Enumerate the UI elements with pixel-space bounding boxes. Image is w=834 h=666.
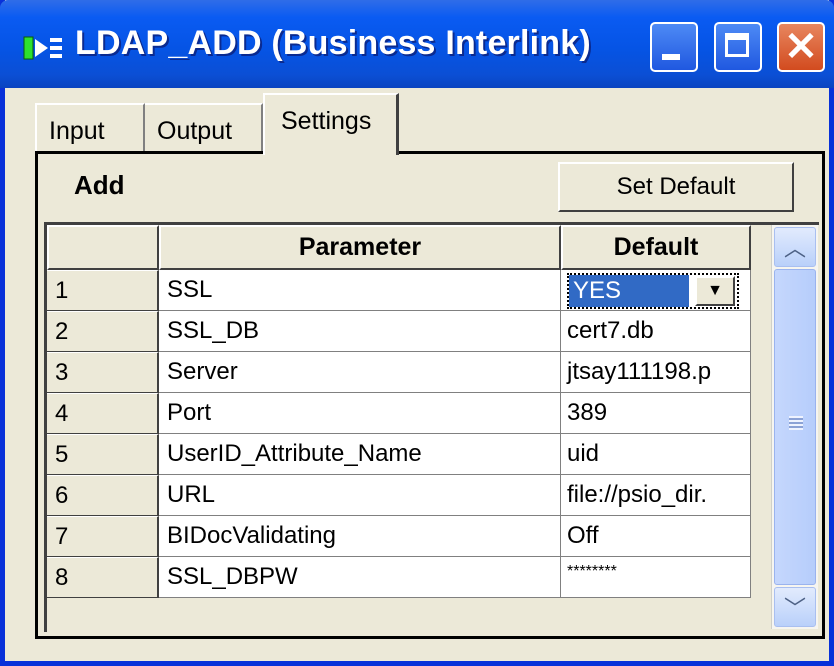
row-number: 2: [47, 311, 159, 352]
default-cell[interactable]: 389: [561, 393, 751, 434]
minimize-button[interactable]: [650, 22, 698, 72]
app-icon: [23, 36, 62, 60]
row-number: 4: [47, 393, 159, 434]
chevron-down-icon: ▼: [707, 282, 723, 299]
column-header-rownum: [47, 225, 159, 270]
chevron-down-icon: ﹀: [783, 596, 806, 621]
default-cell[interactable]: file://psio_dir.: [561, 475, 751, 516]
minimize-icon: [662, 54, 680, 60]
maximize-button[interactable]: [714, 22, 762, 72]
scroll-down-button[interactable]: ﹀: [774, 587, 816, 627]
default-cell[interactable]: ********: [561, 557, 751, 598]
tab-settings[interactable]: Settings: [263, 93, 399, 155]
column-header-default[interactable]: Default: [561, 225, 751, 270]
combo-dropdown-button[interactable]: ▼: [695, 276, 735, 306]
row-number: 8: [47, 557, 159, 598]
combo-selected-value: YES: [569, 275, 689, 307]
close-icon: ✕: [784, 25, 818, 69]
row-number: 1: [47, 270, 159, 311]
window-title: LDAP_ADD (Business Interlink): [75, 24, 591, 62]
parameter-cell[interactable]: Server: [159, 352, 561, 393]
parameter-cell[interactable]: UserID_Attribute_Name: [159, 434, 561, 475]
parameter-cell[interactable]: SSL_DBPW: [159, 557, 561, 598]
row-number: 7: [47, 516, 159, 557]
vertical-scrollbar[interactable]: ︿ ﹀: [771, 225, 818, 629]
default-cell[interactable]: cert7.db: [561, 311, 751, 352]
ssl-default-combo[interactable]: YES ▼: [567, 273, 739, 309]
parameter-grid: Parameter Default 1 SSL YES ▼ 2 SSL_DB c…: [44, 222, 819, 632]
tab-output[interactable]: Output: [145, 103, 263, 153]
parameter-cell[interactable]: Port: [159, 393, 561, 434]
parameter-cell[interactable]: SSL: [159, 270, 561, 311]
row-number: 3: [47, 352, 159, 393]
row-number: 5: [47, 434, 159, 475]
grip-icon: [789, 416, 803, 430]
close-button[interactable]: ✕: [777, 22, 825, 72]
default-cell[interactable]: Off: [561, 516, 751, 557]
row-number: 6: [47, 475, 159, 516]
settings-panel: Add Set Default Parameter Default 1 SSL …: [35, 151, 825, 639]
tab-input[interactable]: Input: [35, 103, 145, 153]
default-cell[interactable]: jtsay111198.p: [561, 352, 751, 393]
parameter-cell[interactable]: URL: [159, 475, 561, 516]
column-header-parameter[interactable]: Parameter: [159, 225, 561, 270]
parameter-cell[interactable]: BIDocValidating: [159, 516, 561, 557]
chevron-up-icon: ︿: [783, 236, 806, 261]
scroll-thumb[interactable]: [774, 269, 816, 585]
section-label: Add: [74, 170, 125, 200]
ldap-add-window: LDAP_ADD (Business Interlink) ✕ Input Ou…: [0, 0, 834, 666]
parameter-cell[interactable]: SSL_DB: [159, 311, 561, 352]
title-bar[interactable]: LDAP_ADD (Business Interlink) ✕: [0, 0, 834, 88]
maximize-icon: [725, 33, 749, 57]
default-cell[interactable]: uid: [561, 434, 751, 475]
scroll-up-button[interactable]: ︿: [774, 227, 816, 267]
set-default-button[interactable]: Set Default: [558, 162, 794, 212]
